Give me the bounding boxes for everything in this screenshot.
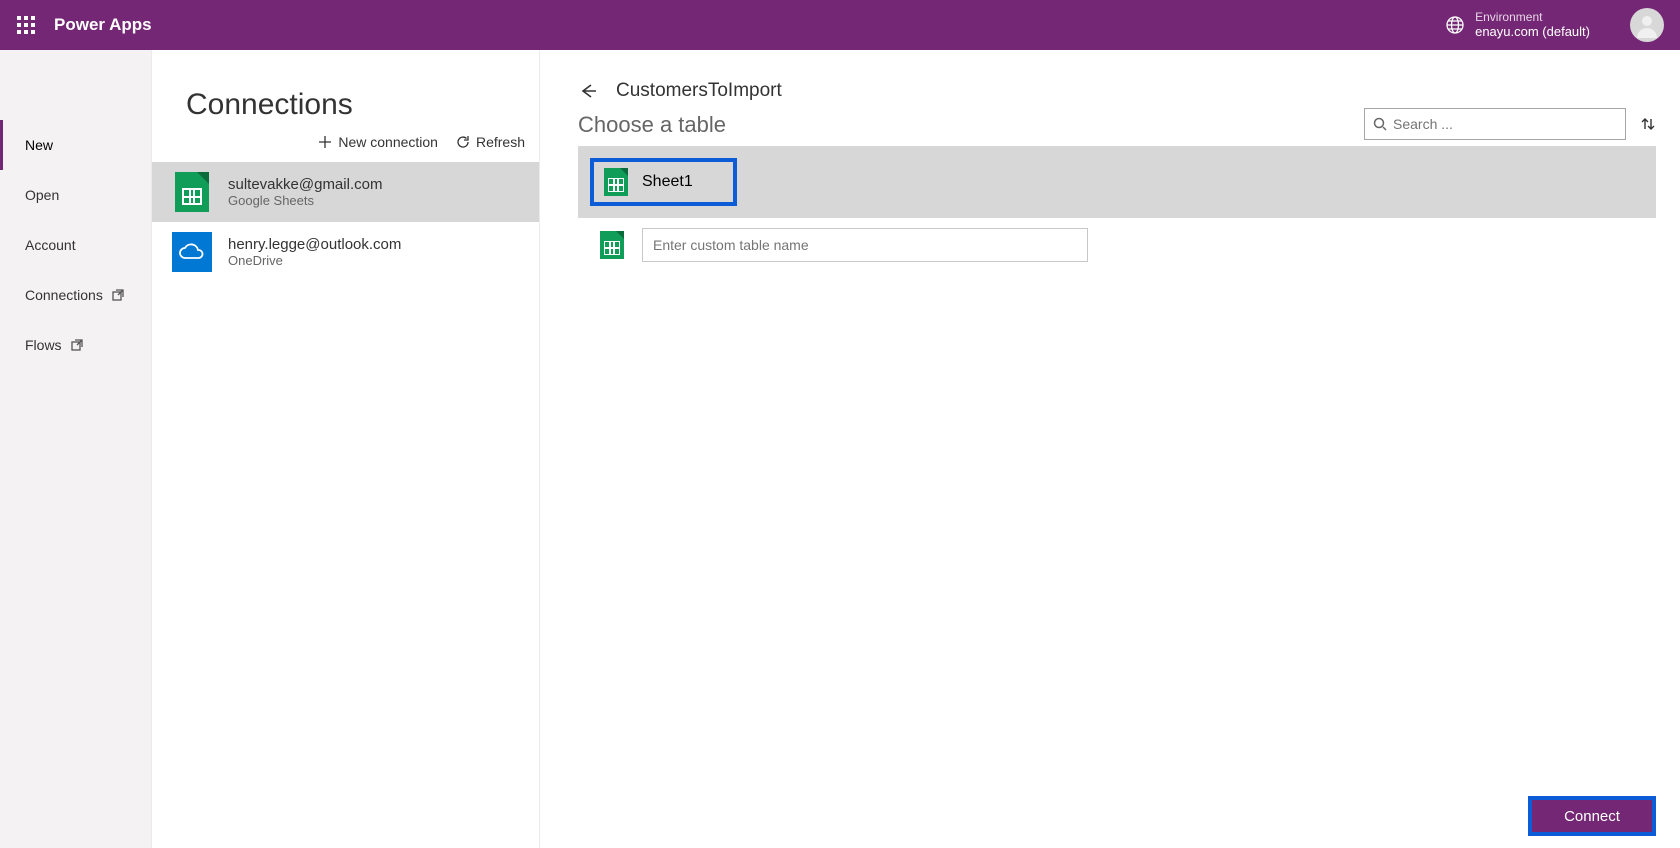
connection-title: henry.legge@outlook.com bbox=[228, 236, 401, 253]
google-sheets-icon bbox=[604, 168, 628, 196]
user-avatar[interactable] bbox=[1630, 8, 1664, 42]
connect-label: Connect bbox=[1564, 808, 1620, 825]
google-sheets-icon bbox=[172, 172, 212, 212]
person-icon bbox=[1634, 12, 1660, 38]
search-input[interactable] bbox=[1393, 116, 1617, 132]
arrow-left-icon bbox=[578, 81, 598, 101]
app-body: New Open Account Connections Flows bbox=[0, 50, 1680, 848]
connections-toolbar: New connection Refresh bbox=[152, 134, 539, 150]
onedrive-icon bbox=[172, 232, 212, 272]
table-row[interactable]: Sheet1 bbox=[578, 146, 1656, 218]
sort-button[interactable] bbox=[1640, 116, 1656, 132]
sidebar-item-open[interactable]: Open bbox=[0, 170, 151, 220]
refresh-label: Refresh bbox=[476, 134, 525, 150]
sidebar-item-label: Connections bbox=[25, 287, 103, 303]
sidebar-item-connections[interactable]: Connections bbox=[0, 270, 151, 320]
connections-title: Connections bbox=[152, 88, 539, 122]
table-list: Sheet1 bbox=[578, 146, 1656, 272]
custom-table-row bbox=[578, 218, 1656, 272]
sidebar-item-label: New bbox=[25, 137, 53, 153]
main-panel: CustomersToImport Choose a table bbox=[540, 50, 1680, 848]
new-connection-label: New connection bbox=[338, 134, 438, 150]
sort-icon bbox=[1640, 116, 1656, 132]
sidebar-item-label: Flows bbox=[25, 337, 62, 353]
breadcrumb-title: CustomersToImport bbox=[616, 80, 782, 102]
left-sidebar: New Open Account Connections Flows bbox=[0, 50, 152, 848]
selected-table-cell: Sheet1 bbox=[590, 158, 737, 206]
refresh-icon bbox=[456, 135, 470, 149]
breadcrumb-row: CustomersToImport bbox=[578, 80, 1656, 102]
sidebar-item-label: Account bbox=[25, 237, 76, 253]
new-connection-button[interactable]: New connection bbox=[318, 134, 438, 150]
back-button[interactable] bbox=[578, 81, 598, 101]
connection-item[interactable]: henry.legge@outlook.com OneDrive bbox=[152, 222, 539, 282]
environment-label: Environment bbox=[1475, 10, 1590, 24]
connection-item[interactable]: sultevakke@gmail.com Google Sheets bbox=[152, 162, 539, 222]
sidebar-item-label: Open bbox=[25, 187, 59, 203]
google-sheets-icon bbox=[600, 231, 624, 259]
connections-panel: Connections New connection Refresh bbox=[152, 50, 540, 848]
table-label: Sheet1 bbox=[642, 173, 693, 191]
connection-title: sultevakke@gmail.com bbox=[228, 176, 382, 193]
cloud-icon bbox=[178, 243, 206, 261]
custom-table-input[interactable] bbox=[642, 228, 1088, 262]
globe-icon bbox=[1445, 15, 1465, 35]
brand-title: Power Apps bbox=[54, 15, 152, 35]
search-box[interactable] bbox=[1364, 108, 1626, 140]
connection-subtitle: OneDrive bbox=[228, 253, 401, 268]
connect-button[interactable]: Connect bbox=[1528, 796, 1656, 836]
external-link-icon bbox=[70, 338, 84, 352]
refresh-button[interactable]: Refresh bbox=[456, 134, 525, 150]
sidebar-item-new[interactable]: New bbox=[0, 120, 151, 170]
app-header: Power Apps Environment enayu.com (defaul… bbox=[0, 0, 1680, 50]
app-launcher-icon[interactable] bbox=[8, 7, 44, 43]
waffle-icon bbox=[17, 16, 35, 34]
environment-picker[interactable]: Environment enayu.com (default) bbox=[1445, 10, 1590, 40]
external-link-icon bbox=[111, 288, 125, 302]
search-row bbox=[1364, 108, 1656, 140]
search-icon bbox=[1373, 117, 1387, 131]
sidebar-item-flows[interactable]: Flows bbox=[0, 320, 151, 370]
connection-subtitle: Google Sheets bbox=[228, 193, 382, 208]
environment-value: enayu.com (default) bbox=[1475, 24, 1590, 40]
sidebar-item-account[interactable]: Account bbox=[0, 220, 151, 270]
plus-icon bbox=[318, 135, 332, 149]
